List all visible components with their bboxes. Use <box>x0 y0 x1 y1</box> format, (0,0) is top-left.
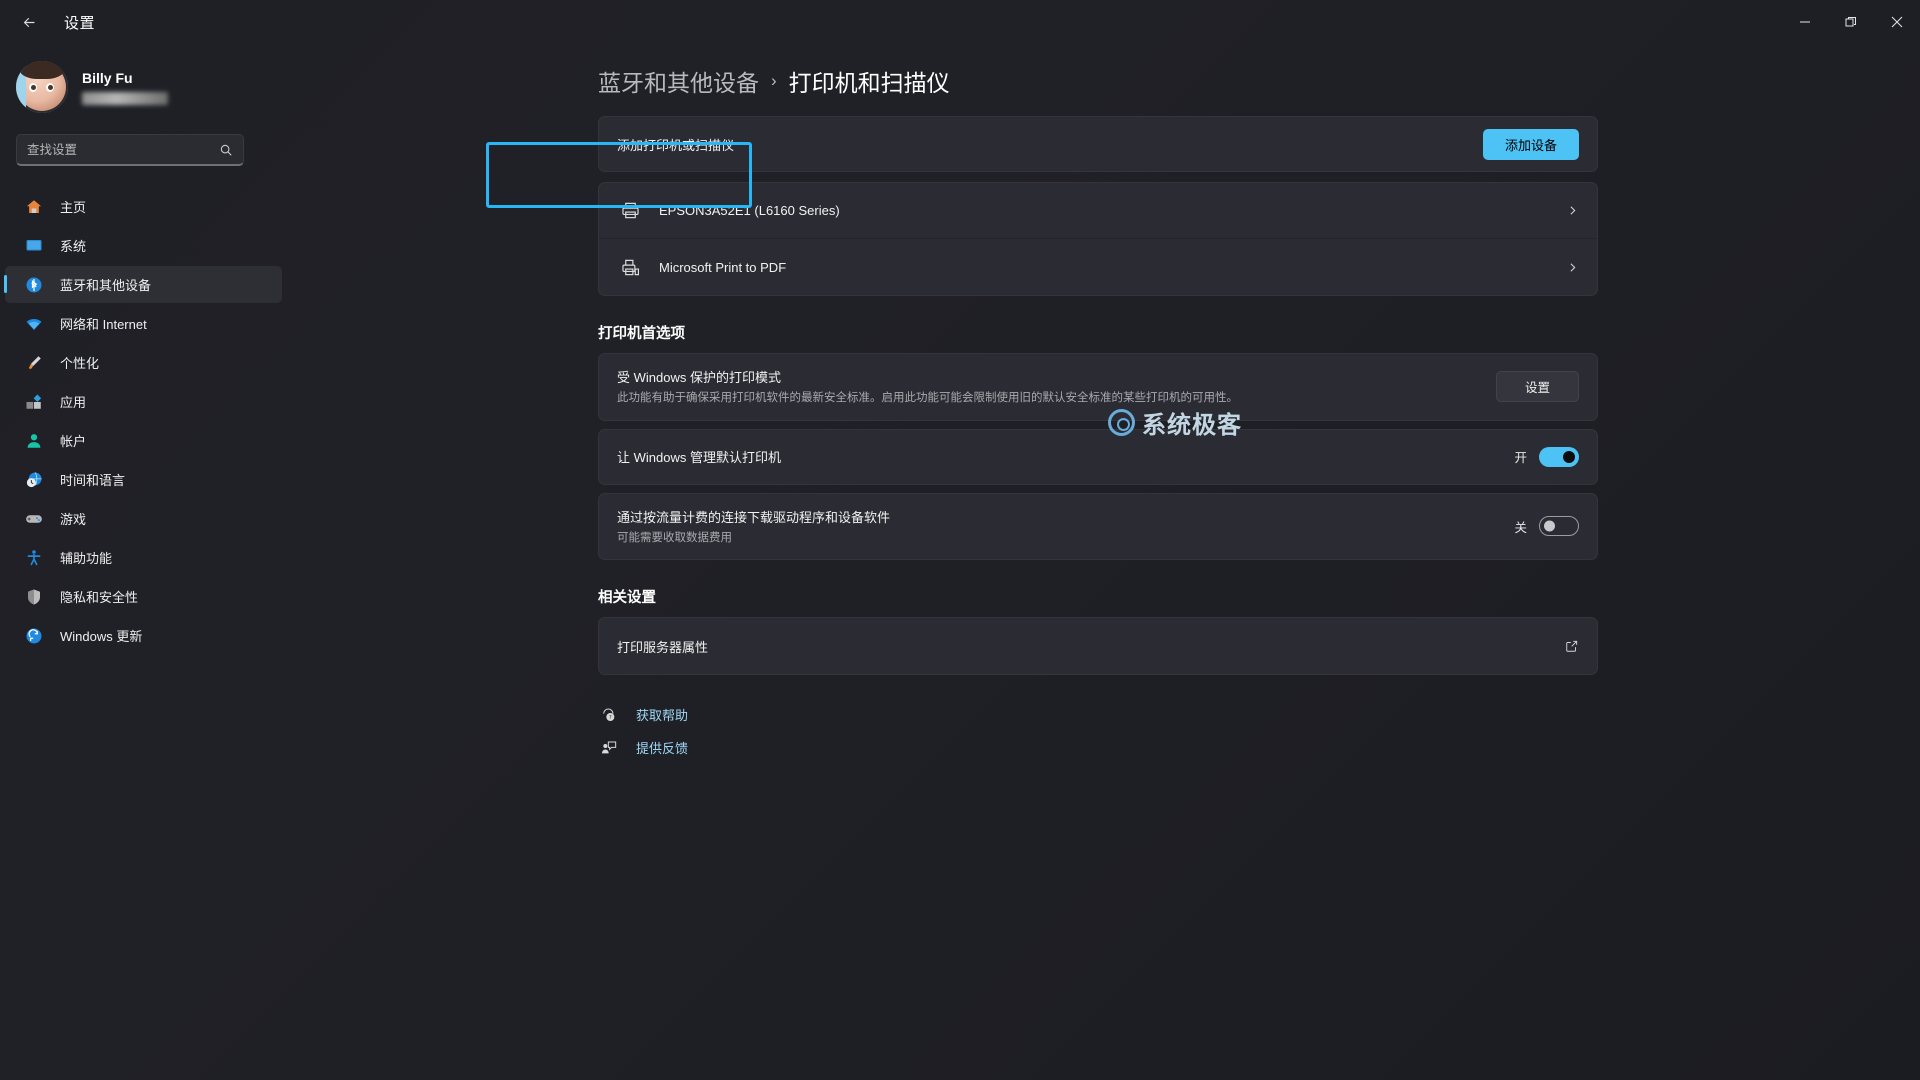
accessibility-icon <box>24 548 44 568</box>
sidebar-item-label: 主页 <box>60 200 87 215</box>
network-icon <box>24 314 44 334</box>
chevron-right-icon <box>1566 261 1579 274</box>
sidebar-item-time-language[interactable]: 时间和语言 <box>5 461 282 498</box>
app-title: 设置 <box>64 14 96 32</box>
sidebar-item-label: 蓝牙和其他设备 <box>60 278 152 293</box>
preferences-section-title: 打印机首选项 <box>598 326 685 342</box>
home-icon <box>24 197 44 217</box>
add-printer-label: 添加打印机或扫描仪 <box>617 137 735 153</box>
printer-list: EPSON3A52E1 (L6160 Series) Microsoft Pri… <box>598 182 1598 296</box>
printer-name: EPSON3A52E1 (L6160 Series) <box>659 203 840 218</box>
minimize-button[interactable] <box>1782 0 1828 44</box>
toggle-group: 开 <box>1514 446 1579 467</box>
back-button[interactable] <box>8 5 50 39</box>
gaming-controller-icon <box>24 509 44 529</box>
accounts-person-icon <box>24 431 44 451</box>
windows-update-icon <box>24 626 44 646</box>
chevron-right-icon <box>1566 204 1579 217</box>
main-content: 蓝牙和其他设备 › 打印机和扫描仪 添加打印机或扫描仪 添加设备 EPSON3A… <box>298 44 1920 1080</box>
privacy-shield-icon <box>24 587 44 607</box>
maximize-restore-button[interactable] <box>1828 0 1874 44</box>
metered-download-toggle[interactable] <box>1539 516 1579 537</box>
sidebar-item-label: 游戏 <box>60 512 87 527</box>
sidebar-item-windows-update[interactable]: Windows 更新 <box>5 617 282 654</box>
settings-window: 设置 Billy Fu 查找设置 主页 系统 蓝牙和其他设备 网络和 Inter… <box>0 0 1920 1080</box>
sidebar-item-bluetooth-devices[interactable]: 蓝牙和其他设备 <box>4 266 282 303</box>
profile-name: Billy Fu <box>82 69 133 86</box>
sidebar-item-accessibility[interactable]: 辅助功能 <box>5 539 282 576</box>
option-description: 可能需要收取数据费用 <box>617 531 732 544</box>
printer-icon <box>617 201 643 220</box>
window-controls <box>1782 0 1920 44</box>
sidebar-item-accounts[interactable]: 帐户 <box>5 422 282 459</box>
toggle-group: 关 <box>1514 516 1579 537</box>
option-title: 受 Windows 保护的打印模式 <box>617 370 781 385</box>
sidebar: Billy Fu 主页 系统 <box>0 44 298 1080</box>
sidebar-item-label: Windows 更新 <box>60 629 143 644</box>
apps-icon <box>24 392 44 412</box>
help-links: ? 获取帮助 提供反馈 <box>598 701 1598 761</box>
sidebar-item-label: 应用 <box>60 395 87 410</box>
sidebar-item-gaming[interactable]: 游戏 <box>5 500 282 537</box>
sidebar-item-label: 个性化 <box>60 356 100 371</box>
sidebar-item-label: 网络和 Internet <box>60 317 147 332</box>
option-title: 通过按流量计费的连接下载驱动程序和设备软件 <box>617 509 891 525</box>
breadcrumb-separator: › <box>771 71 777 90</box>
search-input[interactable] <box>27 142 219 157</box>
sidebar-item-apps[interactable]: 应用 <box>5 383 282 420</box>
title-bar: 设置 <box>0 0 1920 44</box>
svg-text:?: ? <box>609 715 612 721</box>
system-icon <box>24 236 44 256</box>
option-title: 让 Windows 管理默认打印机 <box>617 450 781 466</box>
metered-download-row: 通过按流量计费的连接下载驱动程序和设备软件 可能需要收取数据费用 关 <box>598 492 1598 561</box>
breadcrumb-parent[interactable]: 蓝牙和其他设备 <box>598 64 759 98</box>
link-label: 打印服务器属性 <box>617 639 709 655</box>
sidebar-item-label: 帐户 <box>60 434 87 449</box>
avatar <box>16 61 68 113</box>
print-to-pdf-icon <box>617 258 643 277</box>
sidebar-item-home[interactable]: 主页 <box>5 188 282 225</box>
profile-email-redacted <box>82 91 168 105</box>
external-link-icon <box>1565 639 1579 653</box>
toggle-state-label: 关 <box>1514 520 1527 535</box>
print-server-properties-card: 打印服务器属性 <box>598 617 1598 676</box>
sidebar-item-personalization[interactable]: 个性化 <box>5 344 282 381</box>
printer-row-epson[interactable]: EPSON3A52E1 (L6160 Series) <box>599 183 1597 239</box>
add-device-button[interactable]: 添加设备 <box>1482 128 1579 160</box>
print-server-properties-row[interactable]: 打印服务器属性 <box>599 618 1597 674</box>
printer-name: Microsoft Print to PDF <box>659 259 787 275</box>
search-box[interactable] <box>16 134 244 166</box>
settings-button[interactable]: 设置 <box>1495 371 1579 403</box>
manage-default-printer-toggle[interactable] <box>1539 446 1579 467</box>
sidebar-item-label: 时间和语言 <box>60 473 126 488</box>
add-printer-card: 添加打印机或扫描仪 添加设备 <box>598 116 1598 172</box>
sidebar-item-label: 隐私和安全性 <box>60 590 139 605</box>
close-button[interactable] <box>1874 0 1920 44</box>
sidebar-item-label: 辅助功能 <box>60 551 113 566</box>
get-help-link[interactable]: ? 获取帮助 <box>598 701 1598 728</box>
breadcrumb: 蓝牙和其他设备 › 打印机和扫描仪 <box>598 64 1920 98</box>
option-description: 此功能有助于确保采用打印机软件的最新安全标准。启用此功能可能会限制使用旧的默认安… <box>617 392 1238 404</box>
time-language-clock-icon <box>24 470 44 490</box>
help-link-label: 提供反馈 <box>636 741 689 757</box>
help-link-label: 获取帮助 <box>636 708 689 724</box>
manage-default-printer-row: 让 Windows 管理默认打印机 开 <box>598 428 1598 485</box>
sidebar-item-network[interactable]: 网络和 Internet <box>5 305 282 342</box>
sidebar-item-privacy-security[interactable]: 隐私和安全性 <box>5 578 282 615</box>
personalization-brush-icon <box>24 353 44 373</box>
protected-print-mode-row: 受 Windows 保护的打印模式 此功能有助于确保采用打印机软件的最新安全标准… <box>598 353 1598 421</box>
user-profile[interactable]: Billy Fu <box>0 44 298 120</box>
sidebar-nav: 主页 系统 蓝牙和其他设备 网络和 Internet 个性化 应用 帐户 时间和… <box>0 188 298 654</box>
get-help-icon: ? <box>598 707 620 723</box>
bluetooth-icon <box>24 275 44 295</box>
sidebar-item-system[interactable]: 系统 <box>5 227 282 264</box>
page-title: 打印机和扫描仪 <box>788 70 950 96</box>
give-feedback-link[interactable]: 提供反馈 <box>598 734 1598 761</box>
toggle-state-label: 开 <box>1514 451 1527 466</box>
give-feedback-icon <box>598 740 620 756</box>
sidebar-item-label: 系统 <box>60 239 87 254</box>
related-section-title: 相关设置 <box>598 590 656 607</box>
printer-row-print-to-pdf[interactable]: Microsoft Print to PDF <box>599 239 1597 295</box>
search-icon <box>219 143 233 157</box>
